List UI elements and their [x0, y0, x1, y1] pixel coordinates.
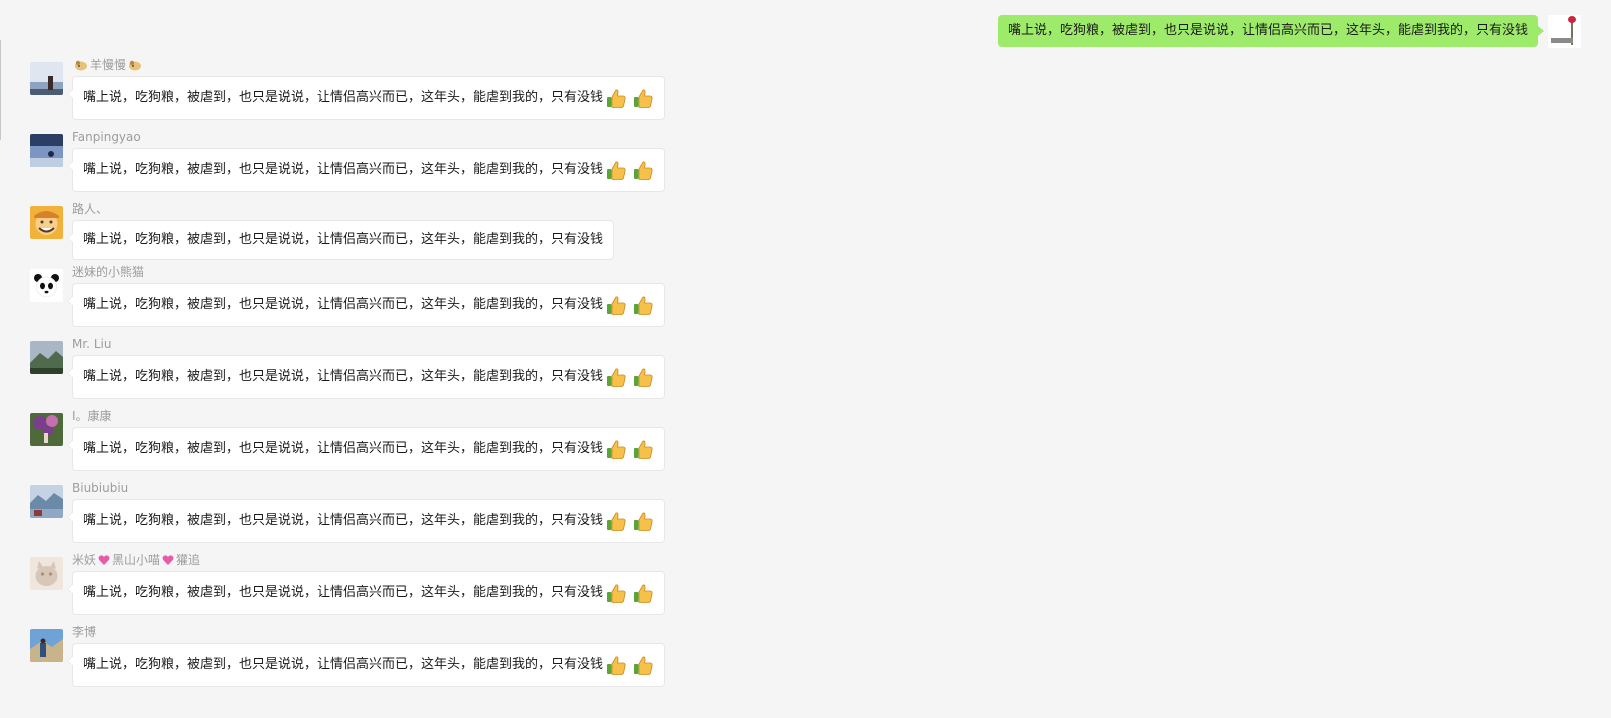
sender-name: 路人、 — [72, 202, 614, 216]
thumbs-group — [605, 87, 654, 109]
message-text: 嘴上说，吃狗粮，被虐到，也只是说说，让情侣高兴而已，这年头，能虐到我的，只有没钱 — [83, 657, 604, 672]
message-item: I。康康 嘴上说，吃狗粮，被虐到，也只是说说，让情侣高兴而已，这年头，能虐到我的… — [30, 409, 666, 471]
sender-name-text: Biubiubiu — [72, 481, 129, 495]
thumbs-group — [605, 438, 654, 460]
sender-name-text: 迷妹的小熊猫 — [72, 265, 145, 279]
thumbs-group — [605, 582, 654, 604]
person-outdoor-avatar-icon[interactable] — [30, 629, 63, 662]
self-message-bubble[interactable]: 嘴上说，吃狗粮，被虐到，也只是说说，让情侣高兴而已，这年头，能虐到我的，只有没钱 — [997, 15, 1545, 47]
thumbs-up-icon — [607, 512, 626, 531]
message-item: 米妖 黑山小喵 獾追 嘴上说，吃狗粮，被虐到，也只是说说，让情侣高兴而已，这年头… — [30, 553, 666, 615]
message-item: 路人、 嘴上说，吃狗粮，被虐到，也只是说说，让情侣高兴而已，这年头，能虐到我的，… — [30, 202, 615, 260]
message-item: Mr. Liu 嘴上说，吃狗粮，被虐到，也只是说说，让情侣高兴而已，这年头，能虐… — [30, 337, 666, 399]
sender-name-text: 米妖 — [72, 553, 97, 567]
thumbs-up-icon — [607, 161, 626, 180]
thumbs-up-icon — [634, 368, 653, 387]
thumbs-up-icon — [634, 89, 653, 108]
message-text: 嘴上说，吃狗粮，被虐到，也只是说说，让情侣高兴而已，这年头，能虐到我的，只有没钱 — [83, 232, 604, 247]
message-item: Fanpingyao 嘴上说，吃狗粮，被虐到，也只是说说，让情侣高兴而已，这年头… — [30, 130, 666, 192]
thumbs-up-icon — [607, 296, 626, 315]
thumbs-up-icon — [607, 368, 626, 387]
message-item: 李博 嘴上说，吃狗粮，被虐到，也只是说说，让情侣高兴而已，这年头，能虐到我的，只… — [30, 625, 666, 687]
self-message: 嘴上说，吃狗粮，被虐到，也只是说说，让情侣高兴而已，这年头，能虐到我的，只有没钱 — [997, 15, 1581, 48]
panda-avatar-icon[interactable] — [30, 269, 63, 302]
sender-name: 羊慢慢 — [72, 58, 665, 72]
lake-avatar-icon[interactable] — [30, 485, 63, 518]
thumbs-up-icon — [634, 656, 653, 675]
sender-name-text: Fanpingyao — [72, 130, 141, 144]
sender-name-text: Mr. Liu — [72, 337, 112, 351]
dog-emoji-icon — [75, 60, 87, 71]
sky-avatar-icon[interactable] — [30, 134, 63, 167]
sender-name-text: I。康康 — [72, 409, 112, 423]
message-text: 嘴上说，吃狗粮，被虐到，也只是说说，让情侣高兴而已，这年头，能虐到我的，只有没钱 — [83, 513, 604, 528]
sender-name-text: 羊慢慢 — [90, 58, 127, 72]
message-text: 嘴上说，吃狗粮，被虐到，也只是说说，让情侣高兴而已，这年头，能虐到我的，只有没钱 — [83, 585, 604, 600]
thumbs-up-icon — [634, 161, 653, 180]
message-bubble[interactable]: 嘴上说，吃狗粮，被虐到，也只是说说，让情侣高兴而已，这年头，能虐到我的，只有没钱 — [66, 427, 666, 471]
landscape-avatar-icon[interactable] — [30, 62, 63, 95]
flowers-avatar-icon[interactable] — [30, 413, 63, 446]
message-bubble[interactable]: 嘴上说，吃狗粮，被虐到，也只是说说，让情侣高兴而已，这年头，能虐到我的，只有没钱 — [66, 220, 615, 260]
message-text: 嘴上说，吃狗粮，被虐到，也只是说说，让情侣高兴而已，这年头，能虐到我的，只有没钱 — [83, 90, 604, 105]
thumbs-up-icon — [634, 512, 653, 531]
thumbs-up-icon — [634, 296, 653, 315]
sender-name-text: 李博 — [72, 625, 97, 639]
message-text: 嘴上说，吃狗粮，被虐到，也只是说说，让情侣高兴而已，这年头，能虐到我的，只有没钱 — [83, 297, 604, 312]
window-edge — [0, 40, 1, 140]
thumbs-up-icon — [607, 656, 626, 675]
message-text: 嘴上说，吃狗粮，被虐到，也只是说说，让情侣高兴而已，这年头，能虐到我的，只有没钱 — [83, 369, 604, 384]
rose-avatar-icon[interactable] — [1548, 15, 1581, 48]
message-text: 嘴上说，吃狗粮，被虐到，也只是说说，让情侣高兴而已，这年头，能虐到我的，只有没钱 — [83, 162, 604, 177]
message-bubble[interactable]: 嘴上说，吃狗粮，被虐到，也只是说说，让情侣高兴而已，这年头，能虐到我的，只有没钱 — [66, 571, 666, 615]
cat-avatar-icon[interactable] — [30, 557, 63, 590]
thumbs-up-icon — [634, 584, 653, 603]
sender-name: 米妖 黑山小喵 獾追 — [72, 553, 665, 567]
thumbs-up-icon — [607, 584, 626, 603]
message-bubble[interactable]: 嘴上说，吃狗粮，被虐到，也只是说说，让情侣高兴而已，这年头，能虐到我的，只有没钱 — [66, 148, 666, 192]
message-bubble[interactable]: 嘴上说，吃狗粮，被虐到，也只是说说，让情侣高兴而已，这年头，能虐到我的，只有没钱 — [66, 283, 666, 327]
message-item: 羊慢慢 嘴上说，吃狗粮，被虐到，也只是说说，让情侣高兴而已，这年头，能虐到我的，… — [30, 58, 666, 120]
thumbs-up-icon — [634, 440, 653, 459]
chat-window: 嘴上说，吃狗粮，被虐到，也只是说说，让情侣高兴而已，这年头，能虐到我的，只有没钱… — [0, 0, 1611, 718]
sender-name: 李博 — [72, 625, 665, 639]
message-bubble[interactable]: 嘴上说，吃狗粮，被虐到，也只是说说，让情侣高兴而已，这年头，能虐到我的，只有没钱 — [66, 499, 666, 543]
sender-name: 迷妹的小熊猫 — [72, 265, 665, 279]
heart-icon — [162, 555, 174, 565]
mountain-avatar-icon[interactable] — [30, 341, 63, 374]
sender-name: Mr. Liu — [72, 337, 665, 351]
dog-emoji-icon — [129, 60, 142, 71]
thumbs-group — [605, 510, 654, 532]
message-text: 嘴上说，吃狗粮，被虐到，也只是说说，让情侣高兴而已，这年头，能虐到我的，只有没钱 — [83, 441, 604, 456]
message-bubble[interactable]: 嘴上说，吃狗粮，被虐到，也只是说说，让情侣高兴而已，这年头，能虐到我的，只有没钱 — [66, 643, 666, 687]
thumbs-up-icon — [607, 440, 626, 459]
sender-name-text: 路人、 — [72, 202, 109, 216]
thumbs-up-icon — [607, 89, 626, 108]
message-item: Biubiubiu 嘴上说，吃狗粮，被虐到，也只是说说，让情侣高兴而已，这年头，… — [30, 481, 666, 543]
thumbs-group — [605, 654, 654, 676]
thumbs-group — [605, 294, 654, 316]
sender-name: I。康康 — [72, 409, 665, 423]
cartoon-face-avatar-icon[interactable] — [30, 206, 63, 239]
message-item: 迷妹的小熊猫 嘴上说，吃狗粮，被虐到，也只是说说，让情侣高兴而已，这年头，能虐到… — [30, 265, 666, 327]
sender-name-mid: 黑山小喵 — [112, 553, 161, 567]
message-bubble[interactable]: 嘴上说，吃狗粮，被虐到，也只是说说，让情侣高兴而已，这年头，能虐到我的，只有没钱 — [66, 355, 666, 399]
heart-icon — [98, 555, 110, 565]
sender-name: Fanpingyao — [72, 130, 665, 144]
thumbs-group — [605, 159, 654, 181]
message-bubble[interactable]: 嘴上说，吃狗粮，被虐到，也只是说说，让情侣高兴而已，这年头，能虐到我的，只有没钱 — [66, 76, 666, 120]
sender-name-tail: 獾追 — [176, 553, 201, 567]
sender-name: Biubiubiu — [72, 481, 665, 495]
thumbs-group — [605, 366, 654, 388]
